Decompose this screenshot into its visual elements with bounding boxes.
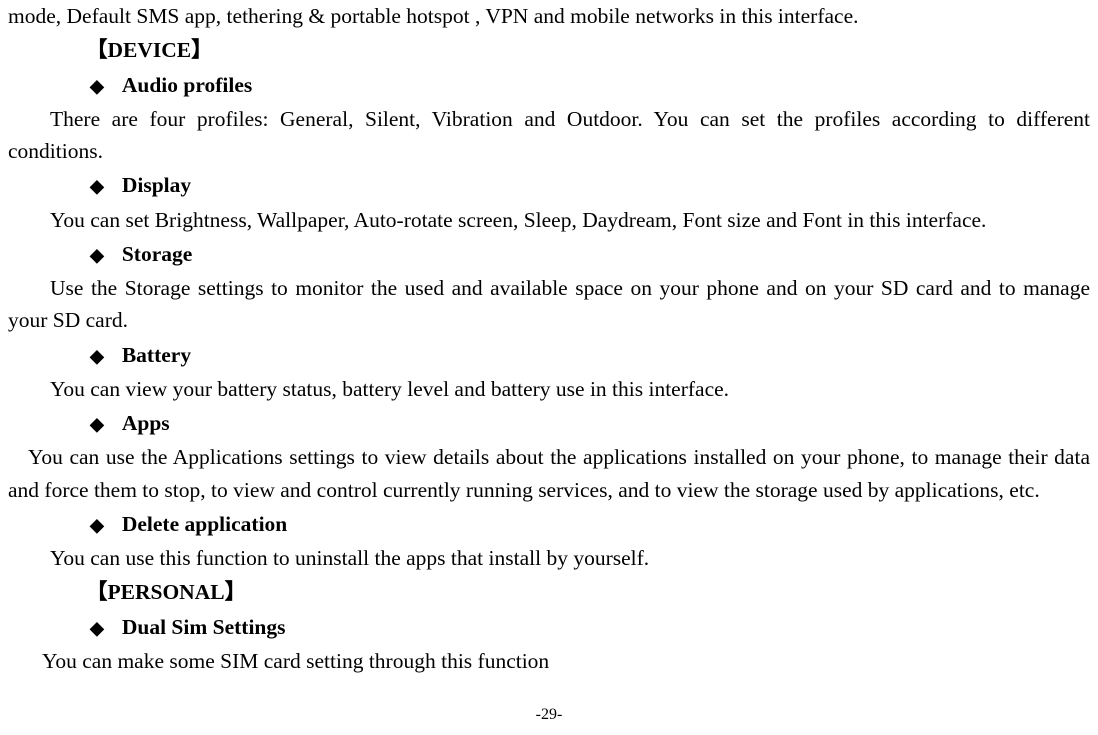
device-section-header: 【DEVICE】: [86, 34, 1090, 66]
diamond-icon: ◆: [90, 411, 104, 438]
diamond-icon: ◆: [90, 512, 104, 539]
audio-profiles-body: There are four profiles: General, Silent…: [8, 103, 1090, 168]
battery-title: Battery: [122, 339, 191, 371]
diamond-icon: ◆: [90, 242, 104, 269]
audio-profiles-title: Audio profiles: [122, 69, 252, 101]
storage-title: Storage: [122, 238, 192, 270]
display-body: You can set Brightness, Wallpaper, Auto-…: [8, 204, 1090, 236]
audio-profiles-bullet: ◆ Audio profiles: [90, 69, 1090, 101]
personal-section-header: 【PERSONAL】: [86, 576, 1090, 608]
delete-app-bullet: ◆ Delete application: [90, 508, 1090, 540]
display-title: Display: [122, 169, 191, 201]
apps-title: Apps: [122, 407, 170, 439]
diamond-icon: ◆: [90, 73, 104, 100]
delete-app-body: You can use this function to uninstall t…: [8, 542, 1090, 574]
dual-sim-bullet: ◆ Dual Sim Settings: [90, 611, 1090, 643]
dual-sim-title: Dual Sim Settings: [122, 611, 286, 643]
page-number: -29-: [0, 703, 1098, 727]
diamond-icon: ◆: [90, 615, 104, 642]
apps-body: You can use the Applications settings to…: [8, 441, 1090, 506]
battery-bullet: ◆ Battery: [90, 339, 1090, 371]
apps-bullet: ◆ Apps: [90, 407, 1090, 439]
dual-sim-body: You can make some SIM card setting throu…: [8, 645, 1090, 677]
diamond-icon: ◆: [90, 343, 104, 370]
delete-app-title: Delete application: [122, 508, 287, 540]
storage-bullet: ◆ Storage: [90, 238, 1090, 270]
storage-body: Use the Storage settings to monitor the …: [8, 272, 1090, 337]
battery-body: You can view your battery status, batter…: [8, 373, 1090, 405]
intro-continued-text: mode, Default SMS app, tethering & porta…: [8, 0, 1090, 32]
diamond-icon: ◆: [90, 173, 104, 200]
display-bullet: ◆ Display: [90, 169, 1090, 201]
